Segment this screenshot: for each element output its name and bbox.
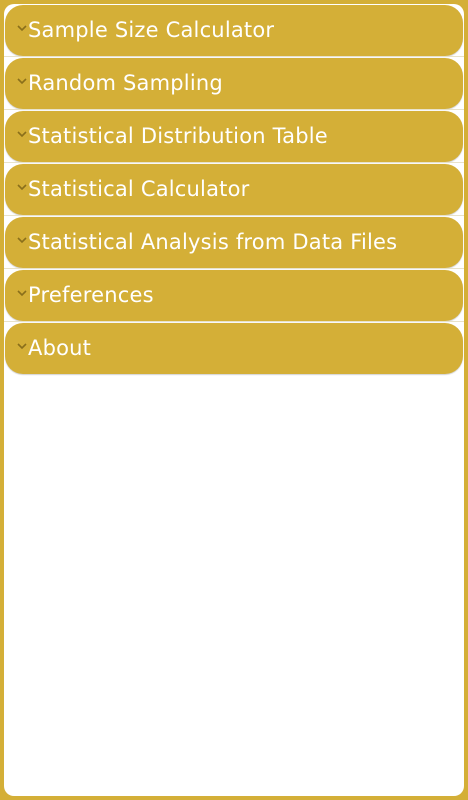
chevron-down-icon [17,343,27,350]
menu-item-random-sampling[interactable]: Random Sampling [4,57,464,110]
chevron-down-icon [17,184,27,191]
expandable-menu: Sample Size Calculator Random Sampling S… [4,4,464,375]
menu-item-statistical-calculator[interactable]: Statistical Calculator [4,163,464,216]
chevron-down-icon [17,78,27,85]
menu-item-statistical-analysis-from-data-files[interactable]: Statistical Analysis from Data Files [4,216,464,269]
chevron-down-icon [17,290,27,297]
menu-item-about[interactable]: About [4,322,464,375]
menu-item-preferences[interactable]: Preferences [4,269,464,322]
menu-item-label: About [28,336,92,360]
menu-item-label: Statistical Calculator [28,177,250,201]
menu-item-sample-size-calculator[interactable]: Sample Size Calculator [4,4,464,57]
menu-item-label: Sample Size Calculator [28,18,275,42]
menu-item-label: Random Sampling [28,71,223,95]
menu-item-label: Statistical Distribution Table [28,124,328,148]
menu-item-label: Preferences [28,283,154,307]
chevron-down-icon [17,25,27,32]
chevron-down-icon [17,131,27,138]
app-frame: Sample Size Calculator Random Sampling S… [4,4,464,796]
menu-item-statistical-distribution-table[interactable]: Statistical Distribution Table [4,110,464,163]
chevron-down-icon [17,237,27,244]
menu-item-label: Statistical Analysis from Data Files [28,230,398,254]
